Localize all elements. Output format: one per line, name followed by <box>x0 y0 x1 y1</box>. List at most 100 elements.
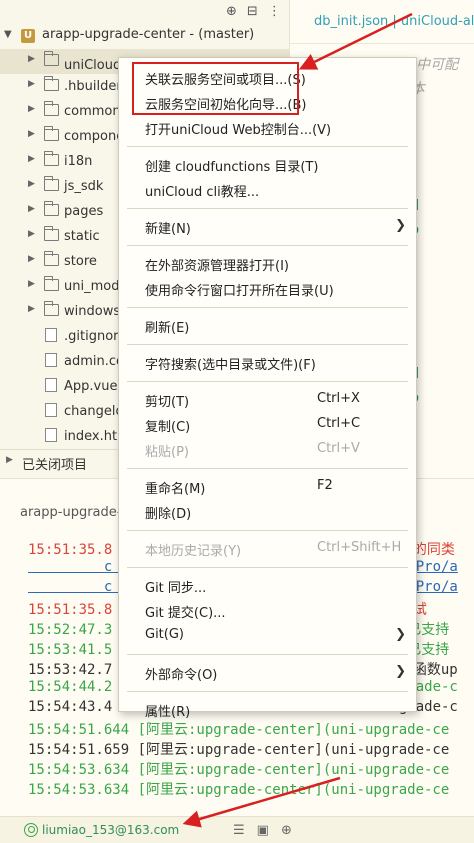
menu-item[interactable]: 剪切(T) Ctrl+X <box>119 388 416 412</box>
menu-shortcut: Ctrl+X <box>317 391 360 406</box>
menu-item[interactable]: 复制(C) Ctrl+C <box>119 413 416 437</box>
menu-item-label: 属性(R) <box>145 705 191 720</box>
chevron-right-icon[interactable]: ▶ <box>28 254 35 264</box>
menu-item-label: 剪切(T) <box>145 395 190 410</box>
menu-separator <box>127 691 408 692</box>
menu-separator <box>127 307 408 308</box>
menu-separator <box>127 468 408 469</box>
menu-shortcut: Ctrl+Shift+H <box>317 540 402 555</box>
menu-item-label: 删除(D) <box>145 507 192 522</box>
menu-item[interactable]: 创建 cloudfunctions 目录(T) <box>119 153 416 177</box>
project-root[interactable]: ▼ U arapp-upgrade-center - (master) <box>0 24 289 49</box>
folder-icon <box>44 201 59 216</box>
highlight-box <box>132 62 299 115</box>
menu-item[interactable]: 刷新(E) <box>119 314 416 338</box>
chevron-right-icon[interactable]: ▶ <box>28 279 35 289</box>
file-icon <box>44 428 57 443</box>
project-icon: U <box>21 29 35 43</box>
menu-item[interactable]: 重命名(M) F2 <box>119 475 416 499</box>
target-icon[interactable]: ⊕ <box>226 4 237 19</box>
menu-shortcut: F2 <box>317 478 333 493</box>
menu-item-label: 外部命令(O) <box>145 668 218 683</box>
file-icon <box>44 328 57 343</box>
menu-shortcut: Ctrl+V <box>317 441 360 456</box>
chevron-right-icon: ❯ <box>395 627 406 642</box>
list-icon[interactable]: ☰ <box>233 823 245 838</box>
menu-item[interactable]: 字符搜索(选中目录或文件)(F) <box>119 351 416 375</box>
folder-icon <box>44 226 59 241</box>
menu-separator <box>127 208 408 209</box>
console-line: 15:54:53.634 [阿里云:upgrade-center](uni-up… <box>28 782 450 798</box>
menu-item[interactable]: 外部命令(O) ❯ <box>119 661 416 685</box>
chevron-right-icon[interactable]: ▶ <box>6 455 13 465</box>
menu-item-label: Git 同步... <box>145 581 207 596</box>
chevron-right-icon[interactable]: ▶ <box>28 179 35 189</box>
tree-item-label: js_sdk <box>64 179 104 194</box>
globe-icon[interactable]: ⊕ <box>281 823 292 838</box>
menu-item-label: 重命名(M) <box>145 482 206 497</box>
console-line: 15:54:51.644 [阿里云:upgrade-center](uni-up… <box>28 722 450 738</box>
chevron-right-icon[interactable]: ▶ <box>28 54 35 64</box>
menu-item-label: 复制(C) <box>145 420 191 435</box>
file-icon <box>44 353 57 368</box>
collapse-icon[interactable]: ⊟ <box>247 4 258 19</box>
menu-item-label: 创建 cloudfunctions 目录(T) <box>145 160 319 175</box>
menu-item[interactable]: 使用命令行窗口打开所在目录(U) <box>119 277 416 301</box>
tree-item-label: i18n <box>64 154 93 169</box>
folder-icon <box>44 251 59 266</box>
menu-item[interactable]: 在外部资源管理器打开(I) <box>119 252 416 276</box>
menu-item[interactable]: 删除(D) <box>119 500 416 524</box>
chevron-right-icon[interactable]: ▶ <box>28 129 35 139</box>
menu-item-label: uniCloud cli教程... <box>145 185 260 200</box>
folder-icon <box>44 276 59 291</box>
closed-projects-label: 已关闭项目 <box>22 458 88 473</box>
menu-separator <box>127 567 408 568</box>
chevron-right-icon[interactable]: ▶ <box>28 154 35 164</box>
menu-shortcut: Ctrl+C <box>317 416 361 431</box>
menu-item-label: Git 提交(C)... <box>145 606 226 621</box>
tree-item-label: pages <box>64 204 104 219</box>
statusbar-tools: ☰ ▣ ⊕ <box>233 823 292 838</box>
editor-tab-title: db_init.json | uniCloud-aliyun <box>314 14 474 29</box>
chevron-right-icon[interactable]: ▶ <box>28 229 35 239</box>
file-icon <box>44 403 57 418</box>
tree-item-label: common <box>64 104 121 119</box>
chevron-right-icon: ❯ <box>395 218 406 233</box>
chevron-down-icon[interactable]: ▼ <box>4 29 12 40</box>
terminal-icon[interactable]: ▣ <box>257 823 269 838</box>
menu-item[interactable]: Git(G) ❯ <box>119 624 416 648</box>
console-line: 15:54:53.634 [阿里云:upgrade-center](uni-up… <box>28 762 450 778</box>
explorer-toolbar: ⊕ ⊟ ⋮ <box>226 4 281 19</box>
folder-icon <box>44 76 59 91</box>
user-account[interactable]: liumiao_153@163.com <box>42 823 179 837</box>
menu-item[interactable]: uniCloud cli教程... <box>119 178 416 202</box>
menu-item[interactable]: 属性(R) <box>119 698 416 722</box>
menu-item-label: 在外部资源管理器打开(I) <box>145 259 289 274</box>
menu-item-label: Git(G) <box>145 627 184 642</box>
chevron-right-icon[interactable]: ▶ <box>28 104 35 114</box>
menu-item[interactable]: Git 提交(C)... <box>119 599 416 623</box>
menu-item[interactable]: 新建(N) ❯ <box>119 215 416 239</box>
chevron-right-icon: ❯ <box>395 664 406 679</box>
status-bar: liumiao_153@163.com ☰ ▣ ⊕ <box>0 816 474 843</box>
menu-item[interactable]: 打开uniCloud Web控制台...(V) <box>119 116 416 140</box>
tree-item-label: store <box>64 254 97 269</box>
menu-item-label: 粘贴(P) <box>145 445 189 460</box>
more-icon[interactable]: ⋮ <box>268 4 281 19</box>
chevron-right-icon[interactable]: ▶ <box>28 79 35 89</box>
menu-item-label: 使用命令行窗口打开所在目录(U) <box>145 284 334 299</box>
folder-icon <box>44 301 59 316</box>
user-icon[interactable] <box>24 823 38 837</box>
menu-item[interactable]: Git 同步... <box>119 574 416 598</box>
menu-item-label: 字符搜索(选中目录或文件)(F) <box>145 358 316 373</box>
menu-separator <box>127 381 408 382</box>
chevron-right-icon[interactable]: ▶ <box>28 204 35 214</box>
chevron-right-icon[interactable]: ▶ <box>28 304 35 314</box>
menu-separator <box>127 344 408 345</box>
editor-tab[interactable]: db_init.json | uniCloud-aliyun <box>290 0 474 44</box>
tree-item-label: static <box>64 229 100 244</box>
menu-item: 本地历史记录(Y) Ctrl+Shift+H <box>119 537 416 561</box>
folder-icon <box>44 151 59 166</box>
menu-item-label: 本地历史记录(Y) <box>145 544 242 559</box>
menu-separator <box>127 654 408 655</box>
